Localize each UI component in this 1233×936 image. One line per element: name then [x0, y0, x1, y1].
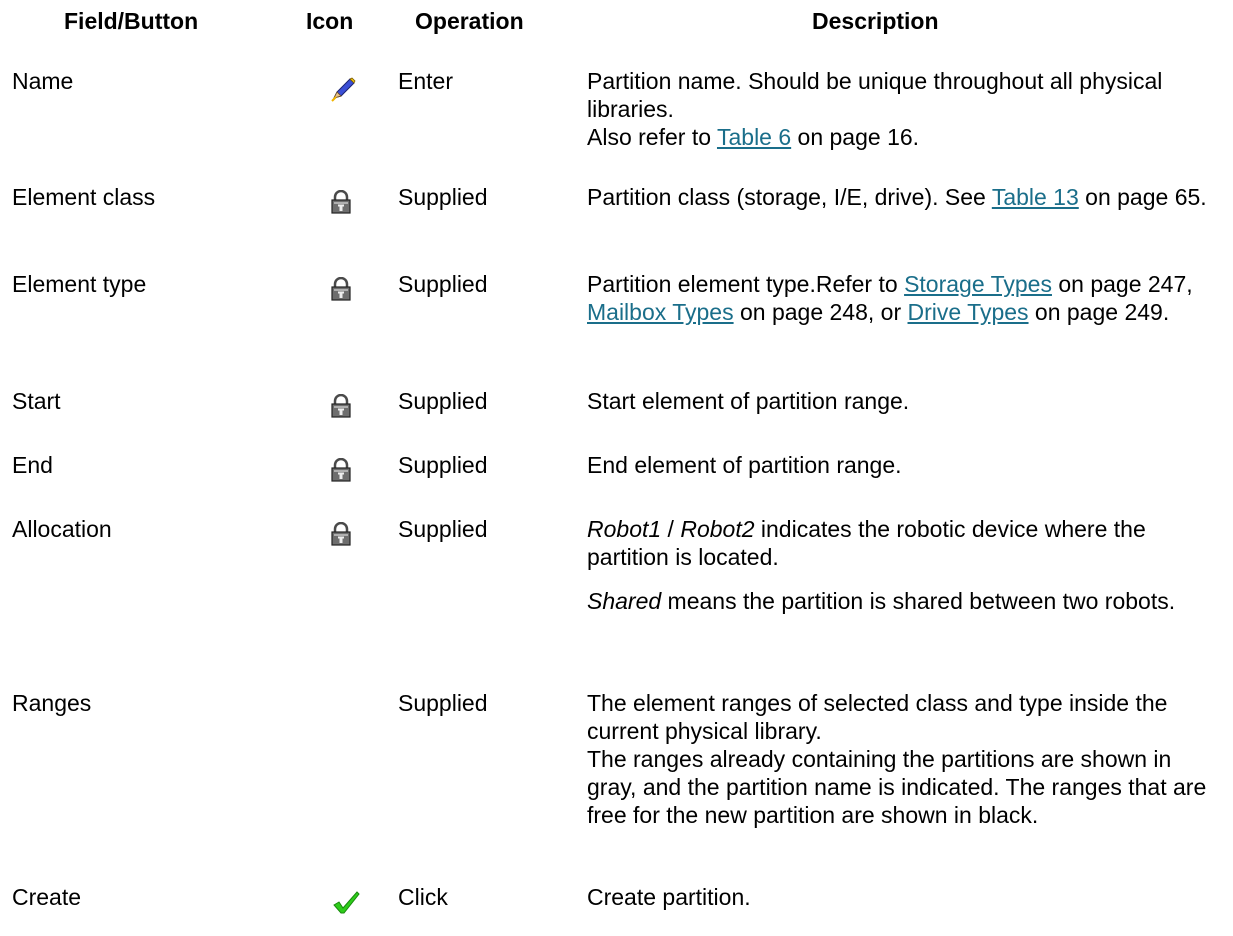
operation-value: Supplied	[398, 516, 488, 542]
text: on page 65.	[1078, 184, 1207, 210]
field-label: Allocation	[12, 516, 112, 542]
padlock-icon	[330, 394, 356, 424]
text: on page 248, or	[733, 299, 908, 325]
storage-types-link[interactable]: Storage Types	[904, 271, 1052, 297]
header-field-button: Field/Button	[64, 8, 199, 34]
operation-value: Supplied	[398, 184, 488, 210]
description-text: End element of partition range.	[587, 452, 902, 478]
text: on page 247,	[1051, 271, 1193, 297]
field-label: End	[12, 452, 53, 478]
field-label: Create	[12, 884, 82, 910]
header-icon: Icon	[306, 8, 354, 34]
description-text: Partition name. Should be unique through…	[587, 67, 1227, 151]
robot2-term: Robot2	[680, 516, 755, 542]
green-checkmark-icon	[332, 889, 360, 919]
description-line: Partition name. Should be unique through…	[587, 68, 1163, 122]
table-6-link[interactable]: Table 6	[717, 124, 791, 150]
description-text: Robot1 / Robot2 indicates the robotic de…	[587, 515, 1227, 615]
field-label: Element class	[12, 184, 156, 210]
text: Also refer to	[587, 124, 717, 150]
description-line: Partition class (storage, I/E, drive). S…	[587, 183, 1227, 211]
text: Partition element type.Refer to	[587, 271, 905, 297]
header-operation: Operation	[415, 8, 524, 34]
description-text: Create partition.	[587, 884, 751, 910]
description-line: Shared means the partition is shared bet…	[587, 587, 1227, 615]
padlock-icon	[330, 458, 356, 488]
operation-value: Supplied	[398, 388, 488, 414]
description-line: The element ranges of selected class and…	[587, 690, 1168, 744]
text: Partition class (storage, I/E, drive). S…	[587, 184, 992, 210]
operation-value: Supplied	[398, 271, 488, 297]
padlock-icon	[330, 190, 356, 220]
text: on page 16.	[791, 124, 920, 150]
operation-value: Supplied	[398, 690, 488, 716]
operation-value: Enter	[398, 68, 453, 94]
description-text: The element ranges of selected class and…	[587, 689, 1227, 829]
description-text: Partition element type.Refer to Storage …	[587, 270, 1227, 326]
description-text: Start element of partition range.	[587, 388, 910, 414]
text: means the partition is shared between tw…	[661, 588, 1176, 614]
field-label: Ranges	[12, 690, 92, 716]
description-line: Robot1 / Robot2 indicates the robotic de…	[587, 515, 1227, 571]
robot1-term: Robot1	[587, 516, 662, 542]
field-label: Name	[12, 68, 74, 94]
description-line: Partition element type.Refer to Storage …	[587, 270, 1227, 326]
padlock-icon	[330, 522, 356, 552]
field-label: Start	[12, 388, 61, 414]
description-line: The ranges already containing the partit…	[587, 746, 1207, 828]
text: on page 249.	[1028, 299, 1170, 325]
table-13-link[interactable]: Table 13	[992, 184, 1079, 210]
description-text: Partition class (storage, I/E, drive). S…	[587, 183, 1227, 211]
text: /	[661, 516, 681, 542]
field-label: Element type	[12, 271, 147, 297]
shared-term: Shared	[587, 588, 662, 614]
description-line: Also refer to Table 6 on page 16.	[587, 123, 1227, 151]
operation-value: Click	[398, 884, 448, 910]
operation-value: Supplied	[398, 452, 488, 478]
mailbox-types-link[interactable]: Mailbox Types	[587, 299, 734, 325]
drive-types-link[interactable]: Drive Types	[908, 299, 1029, 325]
header-description: Description	[812, 8, 939, 34]
pencil-edit-icon	[330, 76, 356, 106]
padlock-icon	[330, 277, 356, 307]
